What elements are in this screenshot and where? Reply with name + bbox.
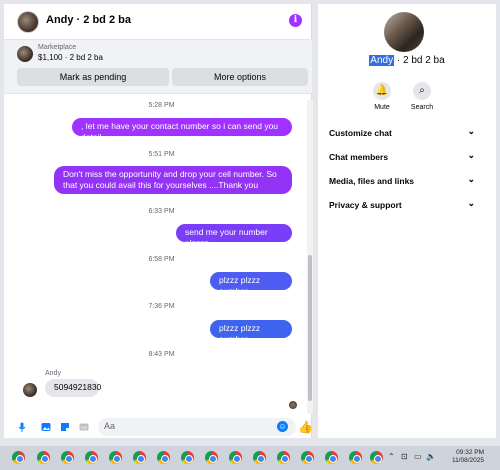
emoji-icon[interactable]: ☺: [277, 421, 288, 432]
message-list: 5:28 PM , let me have your contact numbe…: [4, 94, 304, 412]
chevron-down-icon: ⌄: [467, 198, 475, 208]
chrome-icon[interactable]: [349, 451, 362, 464]
taskbar: ⌃ ⊡ ▭ 🔈 09:32 PM 11/08/2025: [0, 446, 500, 470]
sticker-icon[interactable]: [60, 422, 70, 432]
timestamp: 5:28 PM: [148, 102, 175, 109]
row-label: Customize chat: [329, 128, 392, 138]
panel-name: Andy · 2 bd 2 ba: [318, 55, 496, 66]
row-customize-chat[interactable]: Customize chat ⌄: [329, 126, 475, 138]
chrome-icon[interactable]: [12, 451, 25, 464]
chevron-down-icon: ⌄: [467, 126, 475, 136]
sender-avatar[interactable]: [23, 383, 37, 397]
chevron-up-icon[interactable]: ⌃: [388, 452, 395, 461]
microphone-icon[interactable]: [17, 422, 27, 432]
chrome-icon[interactable]: [277, 451, 290, 464]
clock[interactable]: 09:32 PM 11/08/2025: [452, 449, 484, 465]
outgoing-message[interactable]: Don't miss the opportunity and drop your…: [54, 166, 292, 194]
timestamp: 6:33 PM: [148, 208, 175, 215]
row-chat-members[interactable]: Chat members ⌄: [329, 150, 475, 162]
chrome-icon[interactable]: [61, 451, 74, 464]
chrome-icon[interactable]: [181, 451, 194, 464]
message-input-placeholder: Aa: [104, 421, 116, 431]
chrome-icon[interactable]: [37, 451, 50, 464]
chrome-icon[interactable]: [253, 451, 266, 464]
mark-as-pending-button[interactable]: Mark as pending: [17, 68, 169, 86]
read-receipt-avatar: [289, 401, 297, 409]
marketplace-label: Marketplace: [38, 44, 77, 51]
chevron-down-icon: ⌄: [467, 150, 475, 160]
chrome-icon[interactable]: [301, 451, 314, 464]
panel-name-highlight: Andy: [369, 55, 395, 66]
svg-text:GIF: GIF: [81, 425, 88, 430]
timestamp: 7:36 PM: [148, 303, 175, 310]
chrome-icon[interactable]: [133, 451, 146, 464]
info-panel: Andy · 2 bd 2 ba 🔔 Mute ⌕ Search Customi…: [318, 4, 496, 438]
contact-avatar[interactable]: [17, 11, 39, 33]
chrome-icon[interactable]: [325, 451, 338, 464]
panel-avatar[interactable]: [384, 12, 424, 52]
chrome-icon[interactable]: [229, 451, 242, 464]
listing-price: $1,100 · 2 bd 2 ba: [38, 53, 103, 62]
clock-date: 11/08/2025: [451, 457, 484, 464]
chrome-icon[interactable]: [85, 451, 98, 464]
mute-action[interactable]: 🔔 Mute: [362, 82, 402, 111]
chat-pane: Andy · 2 bd 2 ba i Marketplace $1,100 · …: [4, 4, 313, 438]
gif-icon[interactable]: GIF: [79, 422, 89, 432]
speaker-icon[interactable]: 🔈: [426, 452, 436, 461]
outgoing-message[interactable]: plzzz plzzz number: [210, 320, 292, 344]
chrome-icon[interactable]: [157, 451, 170, 464]
chrome-icon[interactable]: [109, 451, 122, 464]
row-label: Media, files and links: [329, 176, 415, 186]
panel-name-rest: · 2 bd 2 ba: [394, 55, 445, 66]
chrome-icon[interactable]: [370, 451, 383, 464]
listing-thumbnail[interactable]: [17, 46, 33, 62]
outgoing-message[interactable]: , let me have your contact number so i c…: [72, 118, 292, 142]
timestamp: 5:51 PM: [148, 151, 175, 158]
incoming-message[interactable]: 5094921830: [45, 379, 101, 397]
chevron-down-icon: ⌄: [467, 174, 475, 184]
display-icon[interactable]: ▭: [414, 452, 422, 461]
timestamp: 8:43 PM: [148, 351, 175, 358]
mute-label: Mute: [374, 104, 390, 111]
timestamp: 6:58 PM: [148, 256, 175, 263]
outgoing-message[interactable]: send me your number plzzzz: [176, 224, 292, 248]
row-label: Chat members: [329, 152, 389, 162]
row-label: Privacy & support: [329, 200, 402, 210]
scrollbar[interactable]: [307, 100, 313, 414]
clock-time: 09:32 PM: [456, 449, 484, 456]
scrollbar-thumb[interactable]: [308, 255, 312, 401]
bell-icon[interactable]: 🔔: [373, 82, 391, 100]
thumbs-up-icon[interactable]: 👍: [298, 420, 313, 434]
photo-icon[interactable]: [41, 422, 51, 432]
info-icon[interactable]: i: [289, 14, 302, 27]
chat-title[interactable]: Andy · 2 bd 2 ba: [46, 14, 131, 26]
network-icon[interactable]: ⊡: [401, 452, 408, 461]
chrome-icon[interactable]: [205, 451, 218, 464]
sender-name: Andy: [45, 370, 61, 377]
chat-header: Andy · 2 bd 2 ba i: [4, 4, 312, 40]
more-options-button[interactable]: More options: [172, 68, 308, 86]
search-action[interactable]: ⌕ Search: [402, 82, 442, 111]
search-label: Search: [410, 104, 434, 111]
marketplace-banner: Marketplace $1,100 · 2 bd 2 ba Mark as p…: [4, 40, 312, 94]
message-input[interactable]: Aa: [98, 418, 296, 436]
row-privacy-support[interactable]: Privacy & support ⌄: [329, 198, 475, 210]
search-icon[interactable]: ⌕: [413, 82, 431, 100]
row-media-files-links[interactable]: Media, files and links ⌄: [329, 174, 475, 186]
composer: GIF Aa ☺ 👍: [4, 412, 313, 442]
outgoing-message[interactable]: plzzz plzzz number: [210, 272, 292, 296]
